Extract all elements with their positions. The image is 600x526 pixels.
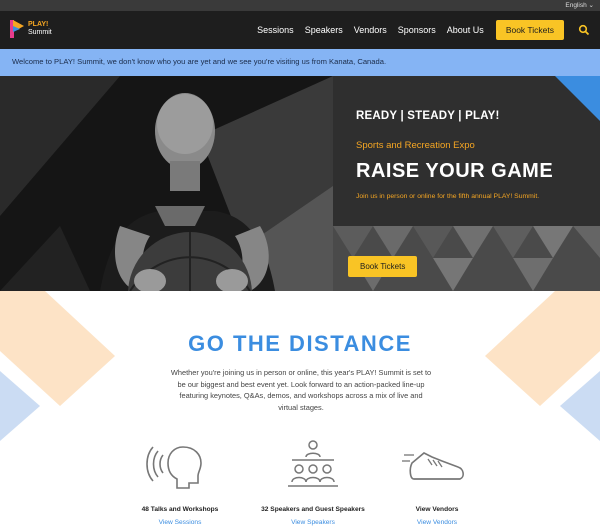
top-utility-bar: English ⌄ [0, 0, 600, 11]
view-speakers-link[interactable]: View Speakers [248, 519, 378, 526]
nav-item-vendors[interactable]: Vendors [354, 25, 387, 35]
welcome-banner: Welcome to PLAY! Summit, we don't know w… [0, 49, 600, 76]
sneaker-icon [402, 452, 464, 480]
view-sessions-link[interactable]: View Sessions [115, 519, 245, 526]
audience-icon [288, 440, 338, 487]
view-vendors-link[interactable]: View Vendors [372, 519, 502, 526]
site-logo[interactable]: PLAY! Summit [10, 20, 52, 38]
nav-item-about-us[interactable]: About Us [447, 25, 484, 35]
nav-item-sponsors[interactable]: Sponsors [398, 25, 436, 35]
main-navigation: PLAY! Summit Sessions Speakers Vendors S… [0, 11, 600, 49]
hero-text-panel: READY | STEADY | PLAY! Sports and Recrea… [333, 76, 600, 291]
book-tickets-button[interactable]: Book Tickets [495, 20, 564, 40]
left-decoration [0, 291, 115, 441]
feature-speakers: 32 Speakers and Guest Speakers View Spea… [248, 439, 378, 526]
feature-speakers-title: 32 Speakers and Guest Speakers [261, 506, 365, 513]
nav-item-speakers[interactable]: Speakers [305, 25, 343, 35]
play-logo-icon [10, 20, 24, 38]
basketball-player-image [0, 76, 333, 291]
feature-talks-title: 48 Talks and Workshops [141, 506, 219, 513]
logo-text-summit: Summit [28, 29, 52, 36]
hero-description: Join us in person or online for the fift… [356, 193, 540, 200]
hero-subtitle: Sports and Recreation Expo [356, 140, 475, 151]
right-decoration [485, 291, 600, 441]
search-icon[interactable] [578, 24, 590, 36]
hero-book-tickets-button[interactable]: Book Tickets [348, 256, 418, 277]
section-description: Whether you're joining us in person or o… [170, 368, 432, 412]
hero-title: READY | STEADY | PLAY! [356, 110, 500, 122]
feature-vendors: View Vendors View Vendors [372, 439, 502, 526]
hero-headline: RAISE YOUR GAME [356, 160, 554, 182]
logo-text-play: PLAY! [28, 21, 49, 28]
language-selector[interactable]: English ⌄ [565, 1, 594, 9]
feature-vendors-title: View Vendors [415, 506, 459, 513]
feature-talks: 48 Talks and Workshops View Sessions [115, 439, 245, 526]
welcome-banner-text: Welcome to PLAY! Summit, we don't know w… [12, 57, 387, 66]
go-the-distance-section: GO THE DISTANCE Whether you're joining u… [0, 291, 600, 526]
talk-icon [146, 446, 202, 489]
corner-accent [555, 76, 600, 121]
section-title: GO THE DISTANCE [188, 331, 412, 356]
nav-item-sessions[interactable]: Sessions [257, 25, 294, 35]
hero-section: READY | STEADY | PLAY! Sports and Recrea… [0, 76, 600, 291]
